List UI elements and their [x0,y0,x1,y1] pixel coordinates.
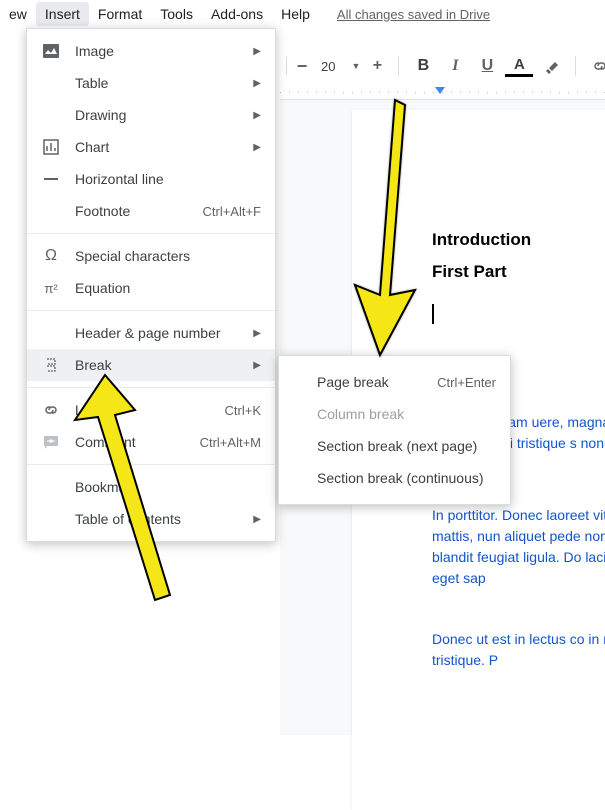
heading-first-part[interactable]: First Part [432,262,605,282]
blank-icon [41,477,61,497]
menu-tools[interactable]: Tools [151,2,202,26]
indent-marker[interactable] [435,87,445,94]
menu-item-footnote[interactable]: Footnote Ctrl+Alt+F [27,195,275,227]
underline-button[interactable]: U [473,52,501,80]
menu-view[interactable]: ew [0,2,36,26]
submenu-item-section-break-continuous[interactable]: Section break (continuous) [279,462,510,494]
submenu-item-section-break-next-page[interactable]: Section break (next page) [279,430,510,462]
menu-label: Horizontal line [75,171,261,187]
link-icon [41,400,61,420]
font-size-selector[interactable]: − 20 ▼ + [280,52,388,80]
blank-icon [41,509,61,529]
chevron-down-icon[interactable]: ▼ [347,61,364,71]
menu-label: Footnote [75,203,194,219]
font-size-increase-button[interactable]: + [370,52,384,80]
comment-icon [41,432,61,452]
highlight-button[interactable] [537,52,565,80]
separator [575,56,576,76]
menu-item-chart[interactable]: Chart ▶ [27,131,275,163]
menu-label: Equation [75,280,261,296]
break-icon [41,355,61,375]
menu-shortcut: Ctrl+Enter [437,375,496,390]
menu-addons[interactable]: Add-ons [202,2,272,26]
menu-item-drawing[interactable]: Drawing ▶ [27,99,275,131]
submenu-item-page-break[interactable]: Page break Ctrl+Enter [279,366,510,398]
insert-dropdown: Image ▶ Table ▶ Drawing ▶ Chart ▶ Horizo… [26,28,276,542]
menu-label: Drawing [75,107,245,123]
pi-icon: π² [41,278,61,298]
submenu-item-column-break: Column break [279,398,510,430]
submenu-arrow-icon: ▶ [253,360,261,371]
submenu-arrow-icon: ▶ [253,46,261,57]
menu-divider [27,464,275,465]
text-color-button[interactable]: A [505,55,533,77]
menu-item-break[interactable]: Break ▶ [27,349,275,381]
menu-label: Table of contents [75,511,245,527]
menu-label: Link [75,402,217,418]
menu-label: Column break [317,406,496,422]
menu-item-comment[interactable]: Comment Ctrl+Alt+M [27,426,275,458]
menu-item-link[interactable]: Link Ctrl+K [27,394,275,426]
font-size-value[interactable]: 20 [315,59,341,74]
menu-label: Table [75,75,245,91]
omega-icon: Ω [41,246,61,266]
menu-label: Bookmark [75,479,261,495]
blank-icon [41,73,61,93]
menu-item-table-of-contents[interactable]: Table of contents ▶ [27,503,275,535]
menu-format[interactable]: Format [89,2,151,26]
separator [286,57,287,75]
blank-icon [41,323,61,343]
break-submenu: Page break Ctrl+Enter Column break Secti… [278,355,511,505]
menu-label: Image [75,43,245,59]
menu-item-header-page-number[interactable]: Header & page number ▶ [27,317,275,349]
menu-label: Break [75,357,245,373]
save-status[interactable]: All changes saved in Drive [337,7,490,22]
menu-insert[interactable]: Insert [36,2,89,26]
menu-shortcut: Ctrl+Alt+M [200,435,261,450]
menu-item-horizontal-line[interactable]: Horizontal line [27,163,275,195]
chart-icon [41,137,61,157]
menu-divider [27,310,275,311]
submenu-arrow-icon: ▶ [253,78,261,89]
submenu-arrow-icon: ▶ [253,514,261,525]
blank-icon [41,201,61,221]
text-cursor [432,304,434,324]
submenu-arrow-icon: ▶ [253,110,261,121]
submenu-arrow-icon: ▶ [253,328,261,339]
menu-divider [27,233,275,234]
italic-button[interactable]: I [441,52,469,80]
menu-item-special-characters[interactable]: Ω Special characters [27,240,275,272]
body-paragraph[interactable]: In porttitor. Donec laoreet vitae, preti… [432,505,605,589]
menu-item-image[interactable]: Image ▶ [27,35,275,67]
toolbar: − 20 ▼ + B I U A [280,46,605,86]
menu-shortcut: Ctrl+Alt+F [202,204,261,219]
ruler[interactable] [280,86,605,100]
heading-introduction[interactable]: Introduction [432,230,605,250]
menu-shortcut: Ctrl+K [225,403,261,418]
font-size-decrease-button[interactable]: − [295,52,309,80]
menu-item-bookmark[interactable]: Bookmark [27,471,275,503]
bold-button[interactable]: B [409,52,437,80]
menu-label: Page break [317,374,429,390]
menu-item-equation[interactable]: π² Equation [27,272,275,304]
body-paragraph[interactable]: Donec ut est in lectus co in nunc porta … [432,629,605,671]
menu-bar: ew Insert Format Tools Add-ons Help All … [0,0,605,28]
menu-label: Header & page number [75,325,245,341]
separator [398,56,399,76]
menu-label: Section break (continuous) [317,470,496,486]
menu-label: Section break (next page) [317,438,496,454]
image-icon [41,41,61,61]
menu-item-table[interactable]: Table ▶ [27,67,275,99]
menu-label: Chart [75,139,245,155]
submenu-arrow-icon: ▶ [253,142,261,153]
menu-label: Special characters [75,248,261,264]
horizontal-line-icon [41,169,61,189]
link-button[interactable] [586,52,605,80]
menu-help[interactable]: Help [272,2,319,26]
menu-divider [27,387,275,388]
blank-icon [41,105,61,125]
menu-label: Comment [75,434,192,450]
